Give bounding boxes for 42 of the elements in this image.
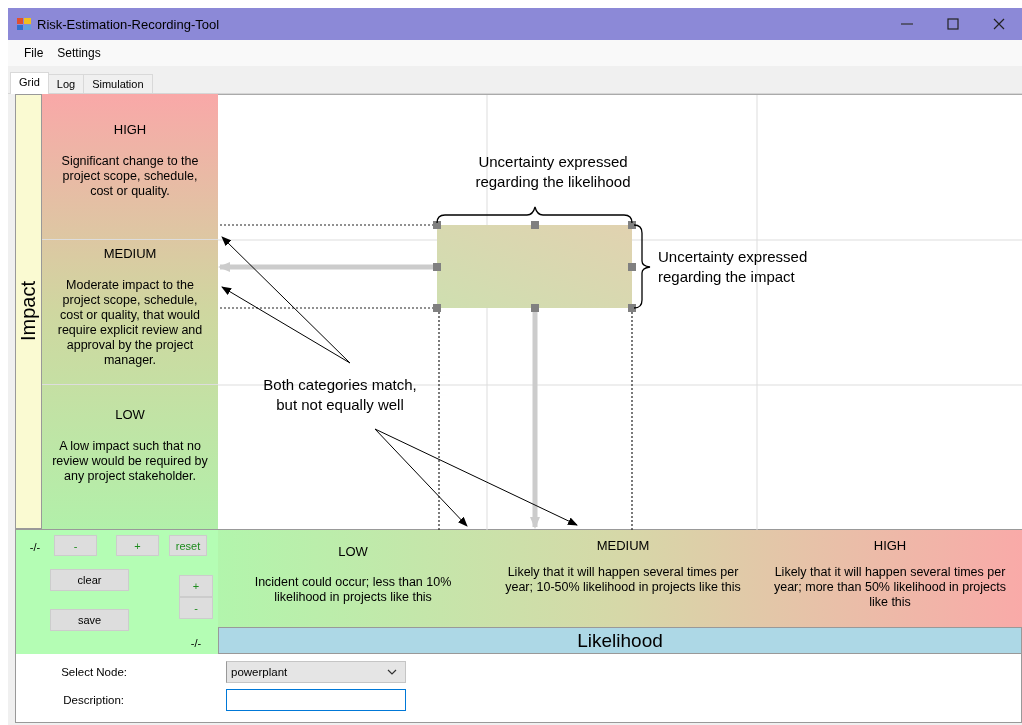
window-title: Risk-Estimation-Recording-Tool [37,16,221,32]
level-title: MEDIUM [103,246,157,261]
resize-handle[interactable] [433,304,441,312]
level-title: HIGH [873,538,907,553]
annotation-text: Both categories match, but not equally well [262,375,418,415]
resize-handle[interactable] [628,263,636,271]
field-label: Select Node: [61,666,127,678]
impact-axis-label: Impact [17,281,40,342]
maximize-icon [947,18,959,30]
annotation-text: Uncertainty expressed regarding the likelihood [474,152,632,192]
level-title: HIGH [113,122,147,137]
level-description: Likely that it will happen several times per year; more than 50% likelihood in projects like this [772,565,1008,610]
resize-handle[interactable] [531,304,539,312]
tab[interactable]: Grid [10,72,49,94]
level-title: LOW [115,407,145,422]
app-icon [17,18,31,30]
tab[interactable]: Simulation [83,74,153,93]
menu-item[interactable]: File [17,44,51,62]
action-button[interactable]: clear [50,569,129,591]
description-field[interactable] [226,689,406,711]
level-description: Moderate impact to the project scope, schedule, cost or quality, that would require explicit review and approval by the project manager. [56,278,204,368]
level-description: A low impact such that no review would be required by any project stakeholder. [51,439,209,484]
level-title: LOW [338,544,368,559]
field-label: Description: [63,694,124,706]
resize-handle[interactable] [628,221,636,229]
resize-handle[interactable] [531,221,539,229]
action-button[interactable]: save [50,609,129,631]
annotation-text: Uncertainty expressed regarding the impact [658,247,808,287]
level-description: Likely that it will happen several times per year; 10-50% likelihood in projects like this [504,565,742,595]
likelihood-axis-label: Likelihood [218,627,1022,654]
menu-item[interactable]: Settings [50,44,108,62]
range-label: -/- [29,541,41,553]
resize-handle[interactable] [433,221,441,229]
level-title: MEDIUM [596,538,650,553]
level-description: Significant change to the project scope, schedule, cost or quality. [60,154,200,199]
resize-handle[interactable] [433,263,441,271]
chevron-icon [387,669,397,675]
level-description: Incident could occur; less than 10% likelihood in projects like this [253,575,453,605]
range-label: -/- [190,637,202,649]
node-dropdown[interactable]: powerplant [226,661,406,683]
resize-handle[interactable] [628,304,636,312]
close-icon [993,18,1005,30]
